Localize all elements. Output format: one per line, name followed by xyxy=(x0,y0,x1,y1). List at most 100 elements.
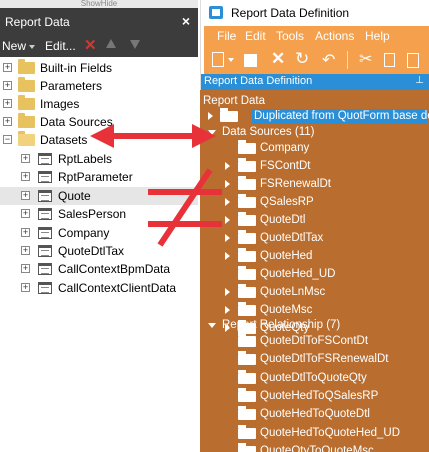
expand-icon[interactable]: + xyxy=(21,227,30,237)
tree-item-images[interactable]: + Images xyxy=(0,95,198,113)
expand-icon[interactable]: + xyxy=(21,264,30,274)
expand-arrow-icon[interactable] xyxy=(225,216,230,224)
delete-icon[interactable]: ✕ xyxy=(271,49,287,68)
expand-arrow-icon[interactable] xyxy=(225,180,230,188)
tree-item-built-in-fields[interactable]: + Built-in Fields xyxy=(0,59,198,77)
edit-button[interactable]: Edit... xyxy=(45,39,76,53)
dropdown-arrow-icon[interactable] xyxy=(228,58,234,62)
data-source-item[interactable]: QuoteDtl xyxy=(200,212,429,229)
tree-item-data-sources[interactable]: + Data Sources xyxy=(0,113,198,131)
expand-icon[interactable]: + xyxy=(21,246,30,255)
relationship-item[interactable]: QuoteQtyToQuoteMsc xyxy=(200,442,429,452)
expand-arrow-icon[interactable] xyxy=(225,198,230,206)
menu-file[interactable]: File xyxy=(217,29,236,43)
duplicated-node[interactable]: Duplicated from QuotForm base def xyxy=(200,108,429,125)
pin-icon[interactable]: ⊥ xyxy=(415,75,424,86)
collapse-arrow-icon[interactable] xyxy=(208,323,216,328)
relationship-item[interactable]: QuoteHedToQuoteHed_UD xyxy=(200,424,429,442)
data-source-item[interactable]: Company xyxy=(200,140,429,157)
dataset-label: Company xyxy=(58,225,110,240)
expand-icon[interactable]: − xyxy=(3,135,12,144)
data-source-item[interactable]: FSRenewalDt xyxy=(200,176,429,193)
new-button[interactable]: New xyxy=(2,39,36,53)
menu-tools[interactable]: Tools xyxy=(276,29,304,43)
expand-arrow-icon[interactable] xyxy=(225,252,230,260)
dataset-item[interactable]: + SalesPerson xyxy=(0,205,198,223)
paste-icon[interactable] xyxy=(407,53,419,68)
expand-icon[interactable]: + xyxy=(21,282,30,292)
dataset-item[interactable]: + QuoteDtlTax xyxy=(0,242,198,260)
table-icon xyxy=(38,153,52,165)
folder-icon xyxy=(220,108,238,122)
menu-bar: File Edit Tools Actions Help xyxy=(204,26,429,46)
dataset-label: CallContextClientData xyxy=(58,280,177,295)
expand-icon[interactable]: + xyxy=(21,154,30,163)
expand-icon[interactable]: + xyxy=(3,81,12,90)
new-document-icon[interactable] xyxy=(212,52,224,67)
tree-item-parameters[interactable]: + Parameters xyxy=(0,77,198,95)
expand-arrow-icon[interactable] xyxy=(225,234,230,242)
delete-icon[interactable]: ✕ xyxy=(84,36,97,54)
relationship-item[interactable]: QuoteDtlToFSRenewalDt xyxy=(200,351,429,368)
data-source-item-label: QuoteHed_UD xyxy=(260,268,336,280)
copy-icon[interactable] xyxy=(384,53,395,67)
data-source-item[interactable]: FSContDt xyxy=(200,158,429,175)
relationship-item[interactable]: QuoteDtlToQuoteQty xyxy=(200,369,429,387)
expand-icon[interactable]: + xyxy=(3,99,12,108)
expand-icon[interactable]: + xyxy=(21,190,30,200)
dataset-item[interactable]: + RptLabels xyxy=(0,150,198,168)
data-source-item-label: QuoteDtlTax xyxy=(260,232,324,244)
expand-icon[interactable]: + xyxy=(21,209,30,219)
dataset-item[interactable]: + Company xyxy=(0,224,198,242)
expand-icon[interactable]: + xyxy=(3,117,12,126)
save-icon[interactable] xyxy=(244,54,257,67)
table-icon xyxy=(38,171,52,184)
folder-icon xyxy=(238,284,256,298)
data-sources-node[interactable]: Data Sources (11) xyxy=(200,124,429,141)
expand-arrow-icon[interactable] xyxy=(225,162,230,170)
show-hide-strip[interactable]: ShowHide xyxy=(0,0,198,8)
relationship-item[interactable]: QuoteHedToQuoteDtl xyxy=(200,406,429,423)
folder-icon xyxy=(238,194,256,208)
expand-icon[interactable]: + xyxy=(3,63,12,72)
close-icon[interactable]: × xyxy=(182,13,190,29)
expand-arrow-icon[interactable] xyxy=(225,306,230,314)
data-source-item-label: FSRenewalDt xyxy=(260,178,331,190)
folder-icon xyxy=(238,369,256,384)
folder-icon xyxy=(238,248,256,262)
move-up-icon[interactable] xyxy=(106,39,116,48)
relationship-item[interactable]: QuoteDtlToFSContDt xyxy=(200,333,429,350)
dataset-item[interactable]: + CallContextBpmData xyxy=(0,260,198,278)
undo-icon[interactable]: ↶ xyxy=(322,50,338,69)
report-data-panel: ShowHide Report Data × New Edit... ✕ + Bu… xyxy=(0,0,198,452)
menu-actions[interactable]: Actions xyxy=(315,29,354,43)
dataset-item[interactable]: + RptParameter xyxy=(0,168,198,186)
expand-arrow-icon[interactable] xyxy=(208,112,213,120)
panel-header-title: Report Data Definition xyxy=(204,75,313,87)
menu-help[interactable]: Help xyxy=(365,29,390,43)
data-source-item[interactable]: QuoteHed_UD xyxy=(200,266,429,283)
tree-item-datasets[interactable]: − Datasets xyxy=(0,131,198,149)
data-source-item[interactable]: QSalesRP xyxy=(200,194,429,211)
data-source-item-label: QSalesRP xyxy=(260,196,314,208)
move-down-icon[interactable] xyxy=(130,40,140,49)
collapse-arrow-icon[interactable] xyxy=(208,130,216,135)
expand-icon[interactable]: + xyxy=(21,172,30,182)
data-source-item[interactable]: QuoteDtlTax xyxy=(200,230,429,247)
relationship-item[interactable]: QuoteHedToQSalesRP xyxy=(200,387,429,405)
dataset-item[interactable]: + CallContextClientData xyxy=(0,279,198,297)
dataset-label: SalesPerson xyxy=(58,207,127,222)
folder-icon xyxy=(238,442,256,452)
menu-edit[interactable]: Edit xyxy=(245,29,266,43)
toolbar-separator xyxy=(347,51,348,69)
cut-icon[interactable]: ✂ xyxy=(359,49,375,68)
expand-arrow-icon[interactable] xyxy=(225,288,230,296)
dataset-label: RptParameter xyxy=(58,170,133,185)
refresh-icon[interactable]: ↻ xyxy=(295,49,311,68)
data-source-item[interactable]: QuoteLnMsc xyxy=(200,284,429,301)
dropdown-arrow-icon xyxy=(29,44,36,49)
data-source-item[interactable]: QuoteHed xyxy=(200,248,429,265)
report-relationship-node[interactable]: Report Relationship (7) xyxy=(200,317,429,334)
dataset-label: Quote xyxy=(58,188,91,203)
dataset-item[interactable]: + Quote xyxy=(0,186,198,205)
